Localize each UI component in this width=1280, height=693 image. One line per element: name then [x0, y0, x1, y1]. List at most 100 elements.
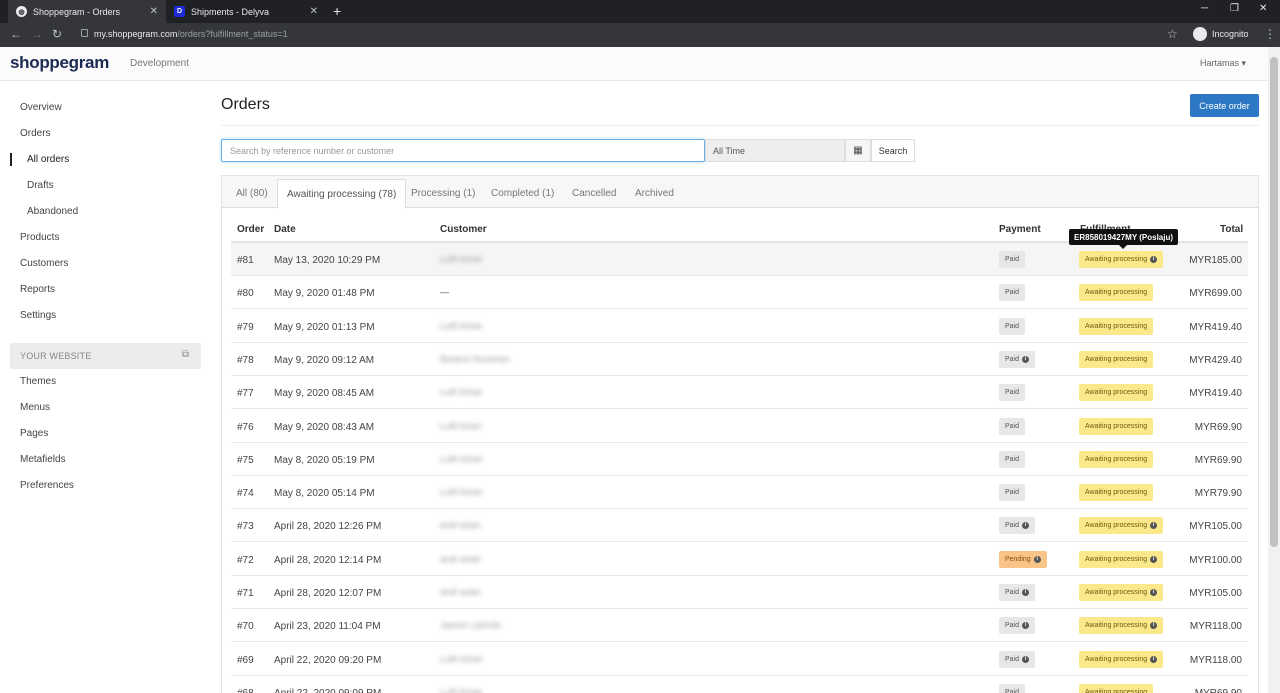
restore-icon[interactable]: ❐ [1230, 3, 1239, 14]
table-row[interactable]: #81 May 13, 2020 10:29 PM Lutfi Azhar Paid A… [231, 243, 1248, 276]
sidebar-item-settings[interactable]: Settings [20, 310, 56, 321]
sidebar-item-menus[interactable]: Menus [20, 402, 50, 413]
info-icon[interactable]: i [1150, 256, 1158, 263]
table-row[interactable]: #71 April 28, 2020 12:07 PM andi azlan Paid… [231, 576, 1248, 609]
table-row[interactable]: #77 May 9, 2020 08:45 AM Lutfi Azhar Paid Aw… [231, 376, 1248, 410]
search-input[interactable] [221, 139, 705, 162]
back-arrow-icon[interactable]: ← [10, 27, 22, 41]
order-number[interactable]: #81 [237, 255, 254, 266]
table-row[interactable]: #79 May 9, 2020 01:13 PM Lutfi Azhar Paid Aw… [231, 310, 1248, 343]
info-icon[interactable]: i [1022, 589, 1030, 596]
incognito-indicator[interactable]: Incognito [1193, 27, 1249, 41]
customer-name[interactable]: Lutfi Azlan [440, 421, 482, 431]
calendar-grid-icon[interactable]: ▦ [845, 139, 871, 162]
info-icon[interactable]: i [1150, 555, 1158, 563]
info-icon[interactable]: i [1022, 355, 1030, 363]
new-tab-icon[interactable]: + [333, 3, 341, 19]
info-icon[interactable]: i [1022, 655, 1030, 663]
info-icon[interactable]: i [1150, 622, 1158, 630]
order-number[interactable]: #78 [237, 355, 254, 366]
scrollbar[interactable] [1268, 47, 1280, 693]
order-number[interactable]: #74 [237, 488, 254, 499]
close-icon[interactable]: ✕ [310, 6, 318, 17]
table-row[interactable]: #69 April 22, 2020 09:20 PM Lutfi Azhar Pai… [231, 643, 1248, 676]
table-row[interactable]: #74 May 8, 2020 05:14 PM Lutfi Azhar Paid Aw… [231, 476, 1248, 510]
minimize-icon[interactable]: ─ [1201, 3, 1208, 14]
order-number[interactable]: #80 [237, 288, 254, 299]
info-icon[interactable]: i [1150, 522, 1158, 530]
customer-name[interactable]: Lutfi Azhar [440, 387, 483, 397]
customer-name[interactable]: Lutfi Azhar [440, 687, 483, 693]
info-icon[interactable]: i [1022, 622, 1030, 630]
tab-archived[interactable]: Archived [635, 188, 674, 199]
table-row[interactable]: #73 April 28, 2020 12:26 PM andi azlan Paid… [231, 509, 1248, 543]
sidebar-item-metafields[interactable]: Metafields [20, 454, 66, 465]
table-row[interactable]: #70 April 23, 2020 11:04 PM Jayson Lipinsk… [231, 609, 1248, 643]
create-order-button[interactable]: Create order [1190, 94, 1259, 117]
sidebar-item-reports[interactable]: Reports [20, 284, 55, 295]
order-number[interactable]: #79 [237, 322, 254, 333]
shoppegram-logo[interactable]: shoppegram [10, 53, 109, 73]
sidebar-item-abandoned[interactable]: Abandoned [27, 206, 78, 217]
order-number[interactable]: #71 [237, 588, 254, 599]
tab-completed[interactable]: Completed (1) [491, 188, 554, 199]
customer-name[interactable]: Lutfi Azhar [440, 654, 483, 664]
reload-icon[interactable]: ↻ [52, 27, 62, 41]
column-header-date[interactable]: Date [274, 224, 296, 235]
url-field[interactable]: my.shoppegram.com/orders?fulfillment_sta… [94, 29, 288, 39]
info-icon[interactable]: i [1022, 522, 1030, 530]
customer-name[interactable]: Beranzi Nuramen [440, 354, 510, 364]
order-number[interactable]: #68 [237, 688, 254, 693]
scrollbar-thumb[interactable] [1270, 57, 1278, 547]
customer-name[interactable]: andi azlan [440, 587, 481, 597]
order-number[interactable]: #75 [237, 455, 254, 466]
sidebar-item-overview[interactable]: Overview [20, 102, 62, 113]
table-row[interactable]: #78 May 9, 2020 09:12 AM Beranzi Nuramen Pa… [231, 343, 1248, 376]
customer-name[interactable]: — [440, 287, 449, 297]
table-row[interactable]: #75 May 8, 2020 05:19 PM Lutfi Azhar Paid Aw… [231, 443, 1248, 476]
customer-name[interactable]: Lutfi Azhar [440, 254, 483, 264]
table-row[interactable]: #80 May 9, 2020 01:48 PM — Paid Awaiting pro… [231, 276, 1248, 310]
table-row[interactable]: #76 May 9, 2020 08:43 AM Lutfi Azlan Paid Aw… [231, 410, 1248, 443]
order-number[interactable]: #77 [237, 388, 254, 399]
info-icon[interactable]: i [1150, 589, 1158, 596]
order-number[interactable]: #76 [237, 422, 254, 433]
tab-processing[interactable]: Processing (1) [411, 188, 475, 199]
column-header-order[interactable]: Order [237, 224, 264, 235]
search-button[interactable]: Search [871, 139, 915, 162]
table-row[interactable]: #72 April 28, 2020 12:14 PM andi azlan Pend… [231, 543, 1248, 576]
sidebar-item-preferences[interactable]: Preferences [20, 480, 74, 491]
sidebar-item-customers[interactable]: Customers [20, 258, 68, 269]
order-number[interactable]: #70 [237, 621, 254, 632]
sidebar-item-all-orders[interactable]: All orders [27, 154, 69, 165]
column-header-total[interactable]: Total [1220, 224, 1243, 235]
order-number[interactable]: #73 [237, 521, 254, 532]
order-number[interactable]: #72 [237, 555, 254, 566]
sidebar-item-products[interactable]: Products [20, 232, 59, 243]
customer-name[interactable]: andi azlan [440, 520, 481, 530]
browser-tab-delyva[interactable]: D Shipments - Delyva ✕ [166, 0, 326, 23]
user-menu[interactable]: Hartamas ▾ [1200, 58, 1246, 69]
customer-name[interactable]: Lutfi Azhar [440, 321, 483, 331]
column-header-customer[interactable]: Customer [440, 224, 487, 235]
tab-all[interactable]: All (80) [236, 188, 268, 199]
info-icon[interactable]: i [1150, 655, 1158, 663]
sidebar-item-orders[interactable]: Orders [20, 128, 51, 139]
browser-menu-icon[interactable]: ⋮ [1264, 27, 1276, 41]
column-header-payment[interactable]: Payment [999, 224, 1041, 235]
window-close-icon[interactable]: ✕ [1259, 3, 1267, 14]
sidebar-item-drafts[interactable]: Drafts [27, 180, 54, 191]
external-link-icon[interactable]: ⧉ [182, 349, 189, 360]
forward-arrow-icon[interactable]: → [31, 27, 43, 41]
your-website-section[interactable]: YOUR WEBSITE ⧉ [10, 343, 201, 369]
table-row[interactable]: #68 April 22, 2020 09:09 PM Lutfi Azhar Pai… [231, 676, 1248, 693]
customer-name[interactable]: andi azlan [440, 554, 481, 564]
customer-name[interactable]: Lutfi Azhar [440, 487, 483, 497]
customer-name[interactable]: Jayson Lipinski [440, 620, 501, 630]
info-icon[interactable]: i [1033, 555, 1041, 563]
order-number[interactable]: #69 [237, 655, 254, 666]
date-filter[interactable]: All Time [705, 139, 845, 162]
close-icon[interactable]: ✕ [150, 6, 158, 17]
browser-tab-shoppegram[interactable]: ◍ Shoppegram - Orders ✕ [8, 0, 166, 23]
sidebar-item-themes[interactable]: Themes [20, 376, 56, 387]
